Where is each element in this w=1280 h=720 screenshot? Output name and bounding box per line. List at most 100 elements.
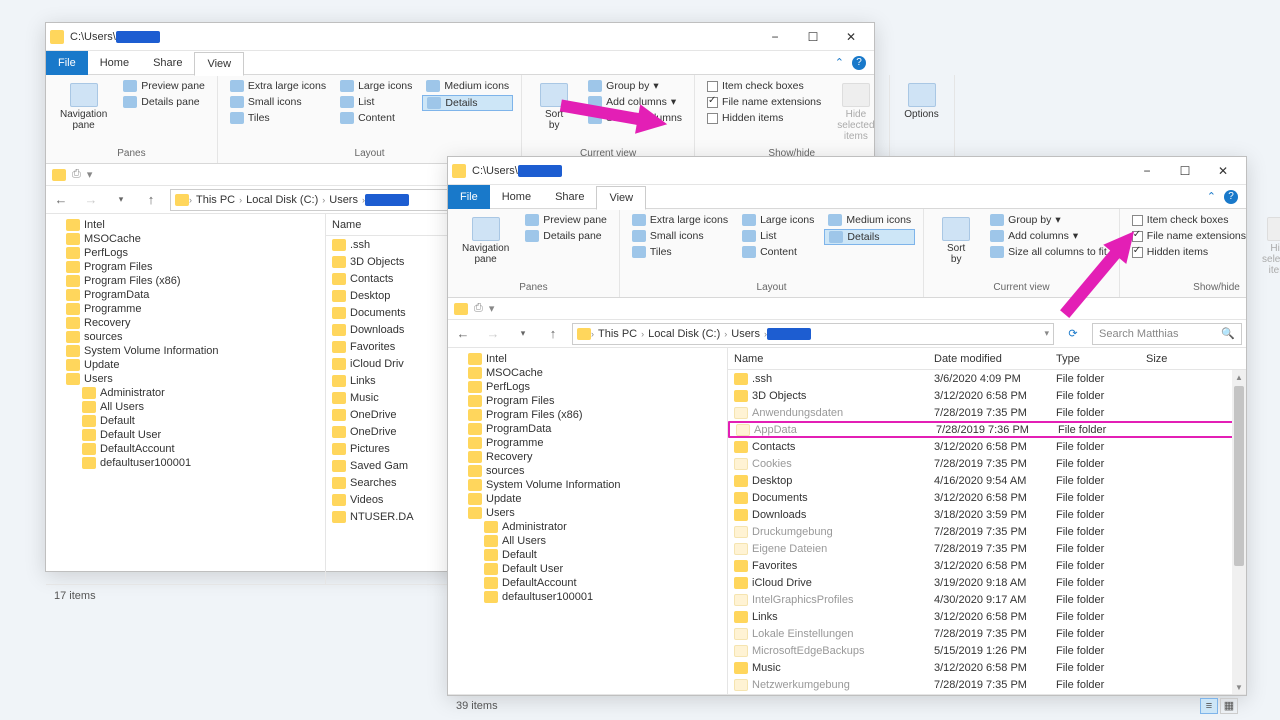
file-pane[interactable]: Name Date modified Type Size .ssh3/6/202… [728, 348, 1246, 694]
tree-item[interactable]: Default [448, 548, 727, 562]
back-button[interactable]: ← [452, 323, 474, 345]
table-row[interactable]: iCloud Drive3/19/2020 9:18 AMFile folder [728, 574, 1246, 591]
table-row[interactable]: Lokale Einstellungen7/28/2019 7:35 PMFil… [728, 625, 1246, 642]
close-button[interactable]: ✕ [832, 23, 870, 51]
navigation-pane-button[interactable]: Navigation pane [54, 79, 113, 135]
layout-list[interactable]: List [738, 229, 818, 243]
hidden-items-toggle[interactable]: Hidden items [1128, 245, 1250, 259]
tree-item[interactable]: defaultuser100001 [448, 590, 727, 604]
layout-content[interactable]: Content [336, 111, 416, 125]
maximize-button[interactable]: ☐ [794, 23, 832, 51]
refresh-button[interactable]: ⟳ [1062, 323, 1084, 345]
size-all-columns-button[interactable]: Size all columns [584, 111, 686, 125]
tree-item[interactable]: PerfLogs [46, 246, 325, 260]
group-by-button[interactable]: Group by ▾ [584, 79, 686, 93]
navigation-pane-button[interactable]: Navigation pane [456, 213, 515, 269]
layout-med[interactable]: Medium icons [824, 213, 915, 227]
table-row[interactable]: Druckumgebung7/28/2019 7:35 PMFile folde… [728, 523, 1246, 540]
table-row[interactable]: Anwendungsdaten7/28/2019 7:35 PMFile fol… [728, 404, 1246, 421]
size-all-columns-button[interactable]: Size all columns to fit [986, 245, 1111, 259]
qat-toggle-icon[interactable]: ⎙ [72, 168, 81, 181]
tree-item[interactable]: Recovery [448, 450, 727, 464]
layout-lg[interactable]: Large icons [738, 213, 818, 227]
breadcrumb[interactable]: › This PC› Local Disk (C:)› Users› xxx ▾ [572, 323, 1054, 345]
tree-item[interactable]: Default [46, 414, 325, 428]
recent-dropdown[interactable]: ▾ [110, 189, 132, 211]
preview-pane-button[interactable]: Preview pane [521, 213, 611, 227]
layout-tiles[interactable]: Tiles [226, 111, 330, 125]
tree-item[interactable]: Update [46, 358, 325, 372]
item-check-boxes-toggle[interactable]: Item check boxes [1128, 213, 1250, 227]
layout-sm[interactable]: Small icons [226, 95, 330, 109]
layout-xl[interactable]: Extra large icons [628, 213, 732, 227]
ribbon-collapse-icon[interactable]: ⌃ [835, 56, 844, 69]
tab-file[interactable]: File [46, 51, 88, 75]
layout-med[interactable]: Medium icons [422, 79, 513, 93]
back-button[interactable]: ← [50, 189, 72, 211]
hidden-items-toggle[interactable]: Hidden items [703, 111, 825, 125]
table-row[interactable]: Favorites3/12/2020 6:58 PMFile folder [728, 557, 1246, 574]
tree-item[interactable]: DefaultAccount [448, 576, 727, 590]
layout-sm[interactable]: Small icons [628, 229, 732, 243]
maximize-button[interactable]: ☐ [1166, 157, 1204, 185]
tree-item[interactable]: Default User [46, 428, 325, 442]
nav-tree[interactable]: IntelMSOCachePerfLogsProgram FilesProgra… [448, 348, 728, 694]
tree-item[interactable]: Programme [448, 436, 727, 450]
recent-dropdown[interactable]: ▾ [512, 323, 534, 345]
group-by-button[interactable]: Group by ▾ [986, 213, 1111, 227]
help-icon[interactable]: ? [852, 56, 866, 70]
table-row[interactable]: .ssh3/6/2020 4:09 PMFile folder [728, 370, 1246, 387]
tree-item[interactable]: All Users [448, 534, 727, 548]
col-type[interactable]: Type [1056, 353, 1146, 365]
tree-item[interactable]: Programme [46, 302, 325, 316]
titlebar[interactable]: C:\Users\xxx − ☐ ✕ [448, 157, 1246, 185]
layout-tiles[interactable]: Tiles [628, 245, 732, 259]
nav-tree[interactable]: IntelMSOCachePerfLogsProgram FilesProgra… [46, 214, 326, 584]
tree-item[interactable]: Users [46, 372, 325, 386]
table-row[interactable]: Documents3/12/2020 6:58 PMFile folder [728, 489, 1246, 506]
tree-item[interactable]: sources [46, 330, 325, 344]
tree-item[interactable]: Program Files [448, 394, 727, 408]
table-row[interactable]: MicrosoftEdgeBackups5/15/2019 1:26 PMFil… [728, 642, 1246, 659]
add-columns-button[interactable]: Add columns ▾ [584, 95, 686, 109]
add-columns-button[interactable]: Add columns ▾ [986, 229, 1111, 243]
tree-item[interactable]: Program Files (x86) [448, 408, 727, 422]
qat-toggle-icon[interactable]: ⎙ [474, 302, 483, 315]
scrollbar-thumb[interactable] [1234, 386, 1244, 566]
table-row[interactable]: Desktop4/16/2020 9:54 AMFile folder [728, 472, 1246, 489]
tree-item[interactable]: Recovery [46, 316, 325, 330]
table-row[interactable]: Eigene Dateien7/28/2019 7:35 PMFile fold… [728, 540, 1246, 557]
layout-lg[interactable]: Large icons [336, 79, 416, 93]
tree-item[interactable]: Program Files (x86) [46, 274, 325, 288]
tree-item[interactable]: ProgramData [448, 422, 727, 436]
up-button[interactable]: ↑ [140, 189, 162, 211]
file-extensions-toggle[interactable]: File name extensions [703, 95, 825, 109]
large-icons-view-button[interactable]: ▦ [1220, 698, 1238, 714]
sort-by-button[interactable]: Sort by [932, 213, 980, 269]
tree-item[interactable]: defaultuser100001 [46, 456, 325, 470]
details-view-button[interactable]: ≡ [1200, 698, 1218, 714]
table-row[interactable]: Downloads3/18/2020 3:59 PMFile folder [728, 506, 1246, 523]
table-row[interactable]: Cookies7/28/2019 7:35 PMFile folder [728, 455, 1246, 472]
options-button[interactable]: Options [898, 79, 946, 124]
layout-details[interactable]: Details [422, 95, 513, 111]
ribbon-collapse-icon[interactable]: ⌃ [1207, 190, 1216, 203]
tab-home[interactable]: Home [490, 185, 543, 209]
tree-item[interactable]: System Volume Information [46, 344, 325, 358]
tab-share[interactable]: Share [543, 185, 596, 209]
tab-home[interactable]: Home [88, 51, 141, 75]
table-row[interactable]: Contacts3/12/2020 6:58 PMFile folder [728, 438, 1246, 455]
minimize-button[interactable]: − [1128, 157, 1166, 185]
tab-view[interactable]: View [194, 52, 244, 76]
details-pane-button[interactable]: Details pane [119, 95, 209, 109]
scrollbar[interactable]: ▲▼ [1232, 370, 1246, 694]
table-row[interactable]: 3D Objects3/12/2020 6:58 PMFile folder [728, 387, 1246, 404]
tree-item[interactable]: Administrator [46, 386, 325, 400]
table-row[interactable]: AppData7/28/2019 7:36 PMFile folder [728, 421, 1246, 438]
tree-item[interactable]: DefaultAccount [46, 442, 325, 456]
sort-by-button[interactable]: Sort by [530, 79, 578, 135]
table-row[interactable]: Links3/12/2020 6:58 PMFile folder [728, 608, 1246, 625]
tree-item[interactable]: Default User [448, 562, 727, 576]
tree-item[interactable]: Intel [448, 352, 727, 366]
help-icon[interactable]: ? [1224, 190, 1238, 204]
